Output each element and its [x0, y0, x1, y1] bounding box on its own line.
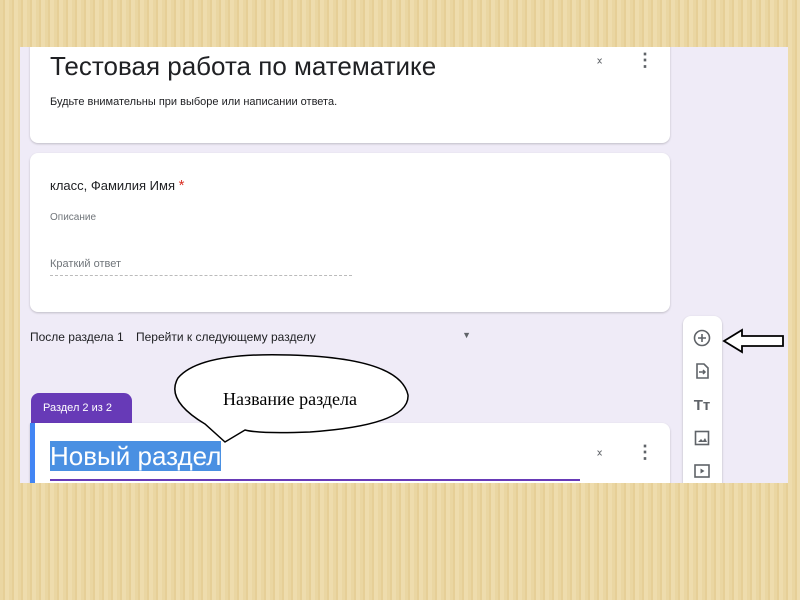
callout-text: Название раздела [223, 389, 357, 409]
callout-bubble [174, 328, 784, 443]
arrow-pointer-icon [722, 328, 784, 354]
